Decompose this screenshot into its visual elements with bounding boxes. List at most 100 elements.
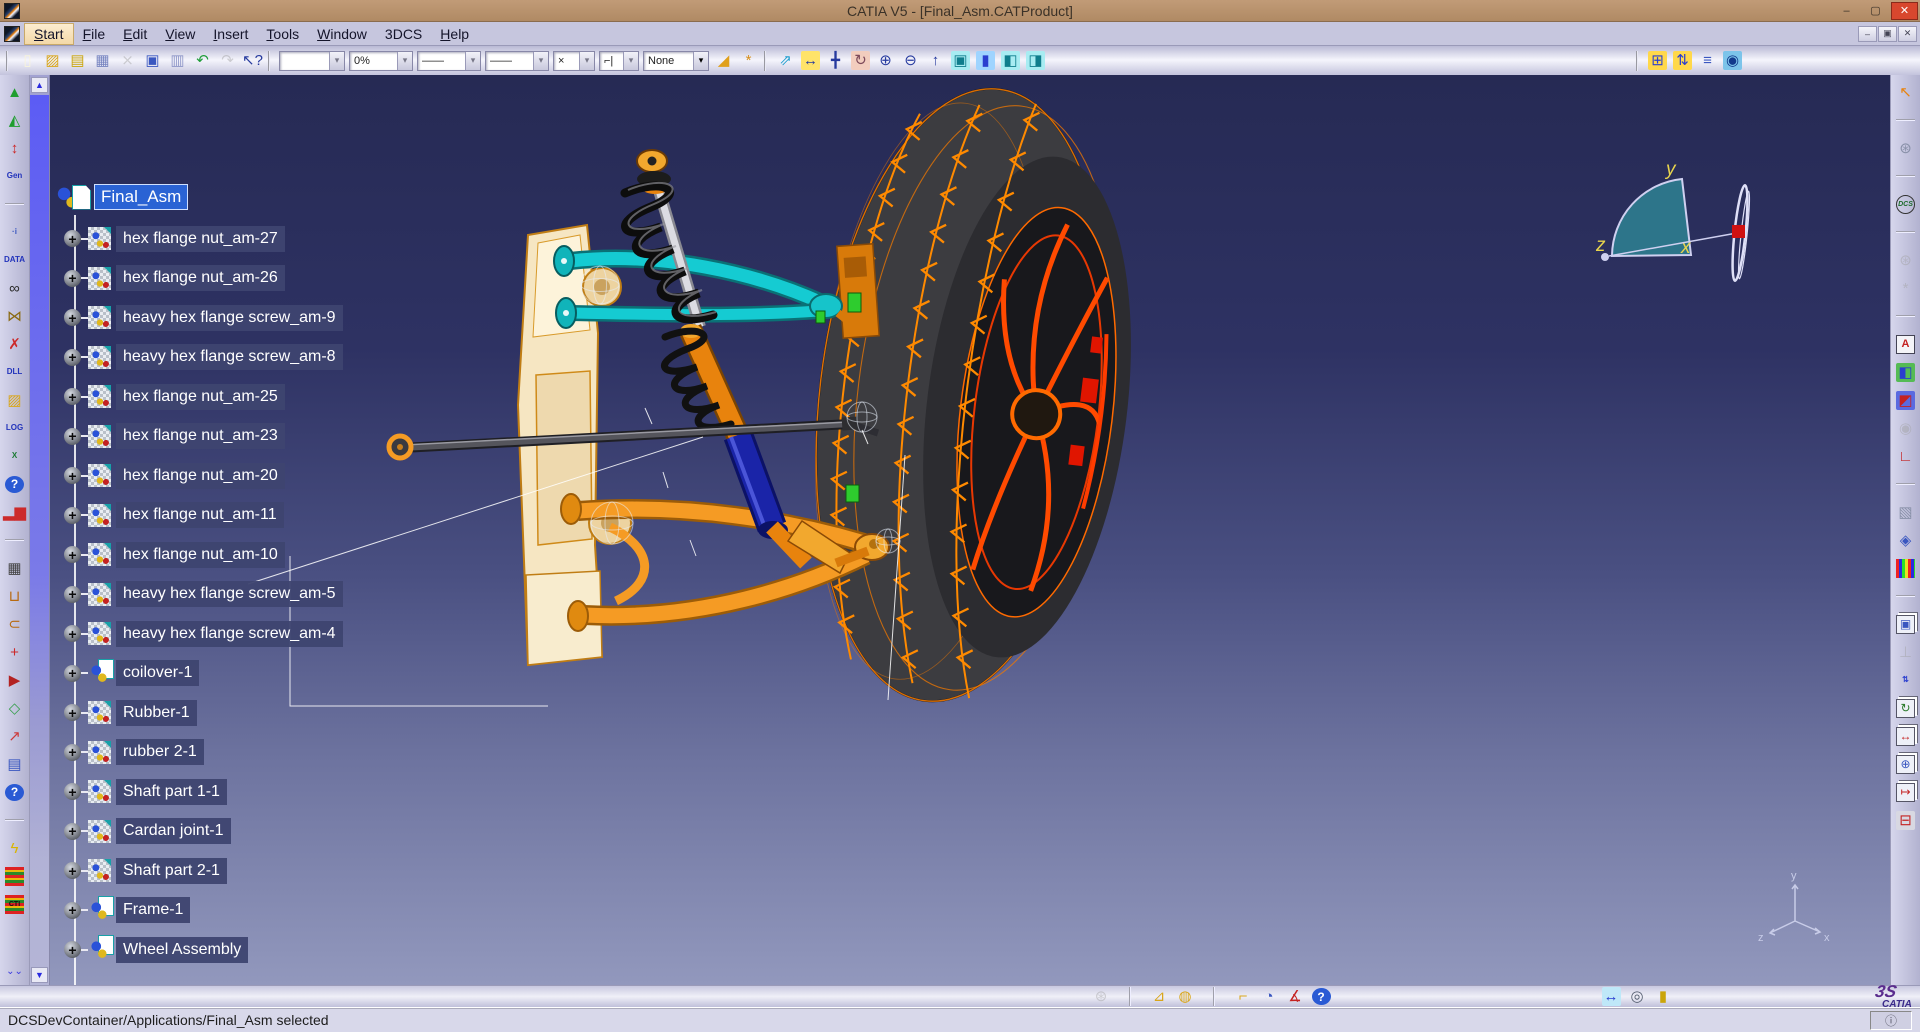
- menu-item[interactable]: Start: [24, 23, 74, 45]
- annotation-text-icon[interactable]: A: [1892, 330, 1919, 358]
- fit-all-icon[interactable]: ↔: [798, 48, 823, 73]
- cameras-icon[interactable]: ◉: [1892, 414, 1919, 442]
- anchor-gray-icon[interactable]: ⊥: [1892, 638, 1919, 666]
- tree-item-label[interactable]: hex flange nut_am-11: [116, 502, 284, 528]
- expand-icon[interactable]: +: [64, 388, 81, 405]
- tree-item-label[interactable]: Rubber-1: [116, 700, 197, 726]
- tree-item-label[interactable]: Frame-1: [116, 897, 190, 923]
- tree-item[interactable]: + heavy hex flange screw_am-4: [54, 614, 357, 654]
- expand-icon[interactable]: +: [64, 507, 81, 524]
- separator[interactable]: [1892, 106, 1919, 134]
- expand-icon[interactable]: +: [64, 230, 81, 247]
- tree-item[interactable]: + hex flange nut_am-11: [54, 496, 357, 536]
- fly-mode-icon[interactable]: ⇗: [773, 48, 798, 73]
- close-button[interactable]: ✕: [1891, 2, 1918, 20]
- combo-dropdown-icon[interactable]: ▾: [623, 52, 638, 70]
- tree-item[interactable]: + heavy hex flange screw_am-5: [54, 575, 357, 615]
- log-file-icon[interactable]: LOG: [1, 414, 28, 442]
- named-view-icon[interactable]: ◨: [1023, 48, 1048, 73]
- tree-item-label[interactable]: Shaft part 1-1: [116, 779, 227, 805]
- render-style-combo[interactable]: ⌐|▾: [599, 51, 639, 71]
- tree-item[interactable]: + Wheel Assembly: [54, 930, 357, 970]
- colored-cube-icon[interactable]: ◧: [1892, 358, 1919, 386]
- data-export-icon[interactable]: DATA: [1, 246, 28, 274]
- combo-dropdown-icon[interactable]: ▾: [693, 52, 708, 70]
- 3d-viewport[interactable]: y x z y z x: [50, 75, 1890, 985]
- expand-icon[interactable]: +: [64, 783, 81, 800]
- tree-item[interactable]: + Shaft part 2-1: [54, 851, 357, 891]
- dll-module-icon[interactable]: DLL: [1, 358, 28, 386]
- combo-dropdown-icon[interactable]: ▾: [579, 52, 594, 70]
- expand-icon[interactable]: +: [64, 823, 81, 840]
- tree-item-label[interactable]: Wheel Assembly: [116, 937, 248, 963]
- tree-item-label[interactable]: heavy hex flange screw_am-8: [116, 344, 343, 370]
- measure-ruler-icon[interactable]: ↔: [1598, 986, 1624, 1007]
- tree-item[interactable]: + hex flange nut_am-20: [54, 456, 357, 496]
- line-type-combo[interactable]: ——▾: [485, 51, 549, 71]
- tree-item-label[interactable]: hex flange nut_am-20: [116, 463, 285, 489]
- compass-z-label[interactable]: z: [1595, 235, 1606, 256]
- magic-fix-icon[interactable]: *: [1892, 274, 1919, 302]
- expand-icon[interactable]: +: [64, 270, 81, 287]
- two-color-cube-icon[interactable]: ◩: [1892, 386, 1919, 414]
- stacked-views-icon[interactable]: ▣: [1892, 610, 1919, 638]
- compass-y-label[interactable]: y: [1664, 159, 1677, 180]
- search-binoculars-icon[interactable]: ∞: [1, 274, 28, 302]
- gray-cubes-icon[interactable]: ▧: [1892, 498, 1919, 526]
- maximize-button[interactable]: ▢: [1862, 2, 1889, 20]
- iso-view-icon[interactable]: ▣: [948, 48, 973, 73]
- tree-item[interactable]: + heavy hex flange screw_am-9: [54, 298, 357, 338]
- capture-image-icon[interactable]: ◉: [1720, 48, 1745, 73]
- gear-select-icon[interactable]: ⊛: [1892, 134, 1919, 162]
- expand-icon[interactable]: +: [64, 941, 81, 958]
- clamp-tool-icon[interactable]: ⊔: [1, 582, 28, 610]
- validate-check-icon[interactable]: ✗: [1, 330, 28, 358]
- point-cloud-icon[interactable]: ◈: [1892, 526, 1919, 554]
- toolbar-handle[interactable]: [764, 51, 770, 71]
- run-simulation-icon[interactable]: ▶: [1, 666, 28, 694]
- bend-part-icon[interactable]: ⌐: [1230, 986, 1256, 1007]
- update-assembly-icon[interactable]: ⊞: [1645, 48, 1670, 73]
- zoom-out-icon[interactable]: ⊖: [898, 48, 923, 73]
- expand-icon[interactable]: +: [64, 309, 81, 326]
- report-list-icon[interactable]: ≡: [1695, 48, 1720, 73]
- cti-bands-icon[interactable]: CTI: [1, 890, 28, 918]
- tree-item-label[interactable]: hex flange nut_am-26: [116, 265, 285, 291]
- analysis-tools-icon[interactable]: ⋈: [1, 302, 28, 330]
- tree-item[interactable]: + coilover-1: [54, 654, 357, 694]
- save-icon[interactable]: ▤: [65, 48, 90, 73]
- print-icon[interactable]: ▦: [90, 48, 115, 73]
- separator[interactable]: [1, 806, 28, 834]
- axis-system-icon[interactable]: ∟: [1892, 442, 1919, 470]
- views-rotate-icon[interactable]: ↻: [1892, 694, 1919, 722]
- tree-item-label[interactable]: hex flange nut_am-23: [116, 423, 285, 449]
- tree-item[interactable]: + rubber 2-1: [54, 733, 357, 773]
- minimize-button[interactable]: –: [1833, 2, 1860, 20]
- help-globe-icon[interactable]: ?: [1, 470, 28, 498]
- open-model-icon[interactable]: ▨: [1, 386, 28, 414]
- graphic-style-combo[interactable]: ▾: [279, 51, 345, 71]
- compass-x-label[interactable]: x: [1680, 237, 1692, 258]
- magic-wand-icon[interactable]: *: [736, 48, 761, 73]
- dcs-logo-icon[interactable]: DCS: [1892, 190, 1919, 218]
- tree-item-label[interactable]: hex flange nut_am-25: [116, 384, 285, 410]
- menu-item[interactable]: Insert: [204, 24, 257, 44]
- tree-root-label[interactable]: Final_Asm: [94, 184, 188, 210]
- menu-item[interactable]: Tools: [257, 24, 308, 44]
- annotate-part-icon[interactable]: ◔: [1256, 986, 1282, 1007]
- whats-this-icon[interactable]: ?: [1308, 986, 1334, 1007]
- tree-item-label[interactable]: heavy hex flange screw_am-9: [116, 305, 343, 331]
- separator[interactable]: [1201, 986, 1227, 1007]
- histogram-analysis-icon[interactable]: ▲: [1, 78, 28, 106]
- tree-item-label[interactable]: Shaft part 2-1: [116, 858, 227, 884]
- combo-dropdown-icon[interactable]: ▾: [465, 52, 480, 70]
- tree-item[interactable]: + Rubber-1: [54, 693, 357, 733]
- gears-link-icon[interactable]: ⊛: [1892, 246, 1919, 274]
- scope-clamp-icon[interactable]: ◎: [1624, 986, 1650, 1007]
- material-ball-icon[interactable]: ◍: [1172, 986, 1198, 1007]
- tree-item-label[interactable]: Cardan joint-1: [116, 818, 231, 844]
- tree-root-item[interactable]: Final_Asm: [54, 175, 357, 219]
- excel-export-icon[interactable]: X: [1, 442, 28, 470]
- section-view-icon[interactable]: ⊟: [1892, 806, 1919, 834]
- tree-item[interactable]: + hex flange nut_am-10: [54, 535, 357, 575]
